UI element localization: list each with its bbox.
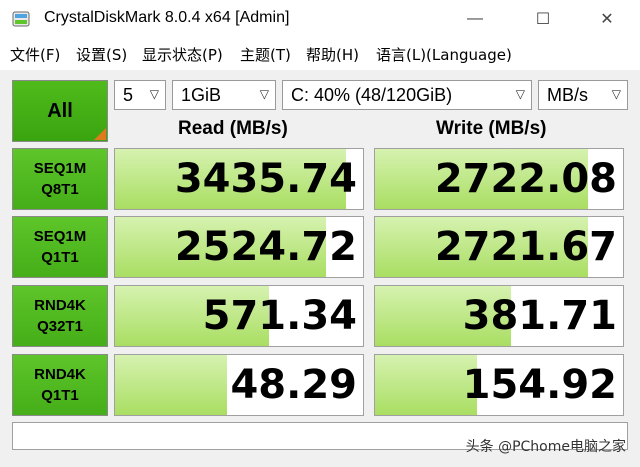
- menu-display-status[interactable]: 显示状态(P): [142, 44, 223, 65]
- read-column-header: Read (MB/s): [178, 118, 288, 139]
- unit-select[interactable]: MB/s ▽: [538, 80, 628, 110]
- watermark: 头条 @PChome电脑之家: [465, 439, 626, 455]
- write-bar: [375, 355, 477, 415]
- drive-select[interactable]: C: 40% (48/120GiB) ▽: [282, 80, 532, 110]
- test-name-line1: SEQ1M: [33, 228, 87, 245]
- maximize-button[interactable]: ☐: [520, 0, 566, 38]
- test-name-line1: SEQ1M: [33, 160, 87, 177]
- menu-theme[interactable]: 主题(T): [240, 44, 291, 65]
- test-button-rnd4k-q32t1[interactable]: RND4K Q32T1: [12, 285, 108, 347]
- test-button-seq1m-q8t1[interactable]: SEQ1M Q8T1: [12, 148, 108, 210]
- close-icon: ✕: [600, 11, 614, 28]
- test-count-select[interactable]: 5 ▽: [114, 80, 166, 110]
- test-name-line1: RND4K: [34, 366, 86, 383]
- write-column-header: Write (MB/s): [436, 118, 547, 139]
- test-name-line2: Q1T1: [41, 387, 79, 404]
- write-value: 154.92: [462, 362, 617, 408]
- chevron-down-icon: ▽: [259, 87, 269, 101]
- menu-language[interactable]: 语言(L)(Language): [376, 44, 512, 65]
- test-name-line2: Q1T1: [41, 249, 79, 266]
- read-bar: [115, 355, 227, 415]
- test-size-select[interactable]: 1GiB ▽: [172, 80, 276, 110]
- unit-value: MB/s: [547, 84, 589, 105]
- write-value: 2722.08: [434, 156, 617, 202]
- test-button-rnd4k-q1t1[interactable]: RND4K Q1T1: [12, 354, 108, 416]
- read-value: 2524.72: [174, 224, 357, 270]
- all-button-label: All: [47, 99, 73, 122]
- window-title: CrystalDiskMark 8.0.4 x64 [Admin]: [44, 9, 290, 26]
- write-result-rnd4k-q32t1: 381.71: [374, 285, 624, 347]
- menu-file[interactable]: 文件(F): [10, 44, 60, 65]
- write-result-rnd4k-q1t1: 154.92: [374, 354, 624, 416]
- chevron-down-icon: ▽: [149, 87, 159, 101]
- write-value: 381.71: [462, 293, 617, 339]
- drive-value: C: 40% (48/120GiB): [291, 84, 453, 105]
- chevron-down-icon: ▽: [515, 87, 525, 101]
- read-result-rnd4k-q1t1: 48.29: [114, 354, 364, 416]
- app-disk-icon: [12, 11, 30, 27]
- minimize-icon: —: [467, 10, 483, 27]
- all-button[interactable]: All: [12, 80, 108, 142]
- corner-marker: [94, 128, 106, 140]
- read-result-seq1m-q1t1: 2524.72: [114, 216, 364, 278]
- write-result-seq1m-q1t1: 2721.67: [374, 216, 624, 278]
- test-button-seq1m-q1t1[interactable]: SEQ1M Q1T1: [12, 216, 108, 278]
- read-result-seq1m-q8t1: 3435.74: [114, 148, 364, 210]
- read-value: 571.34: [202, 293, 357, 339]
- close-button[interactable]: ✕: [584, 0, 630, 38]
- chevron-down-icon: ▽: [611, 87, 621, 101]
- menu-settings[interactable]: 设置(S): [76, 44, 127, 65]
- test-size-value: 1GiB: [181, 84, 222, 105]
- menu-help[interactable]: 帮助(H): [306, 44, 359, 65]
- maximize-icon: ☐: [535, 11, 551, 28]
- test-name-line2: Q32T1: [37, 318, 83, 335]
- menu-bar: 文件(F) 设置(S) 显示状态(P) 主题(T) 帮助(H) 语言(L)(La…: [0, 38, 640, 70]
- test-name-line1: RND4K: [34, 297, 86, 314]
- test-name-line2: Q8T1: [41, 181, 79, 198]
- read-value: 48.29: [230, 362, 357, 408]
- read-value: 3435.74: [174, 156, 357, 202]
- write-value: 2721.67: [434, 224, 617, 270]
- test-count-value: 5: [123, 84, 134, 105]
- title-bar: CrystalDiskMark 8.0.4 x64 [Admin] — ☐ ✕: [0, 0, 640, 38]
- read-result-rnd4k-q32t1: 571.34: [114, 285, 364, 347]
- minimize-button[interactable]: —: [452, 0, 498, 38]
- write-result-seq1m-q8t1: 2722.08: [374, 148, 624, 210]
